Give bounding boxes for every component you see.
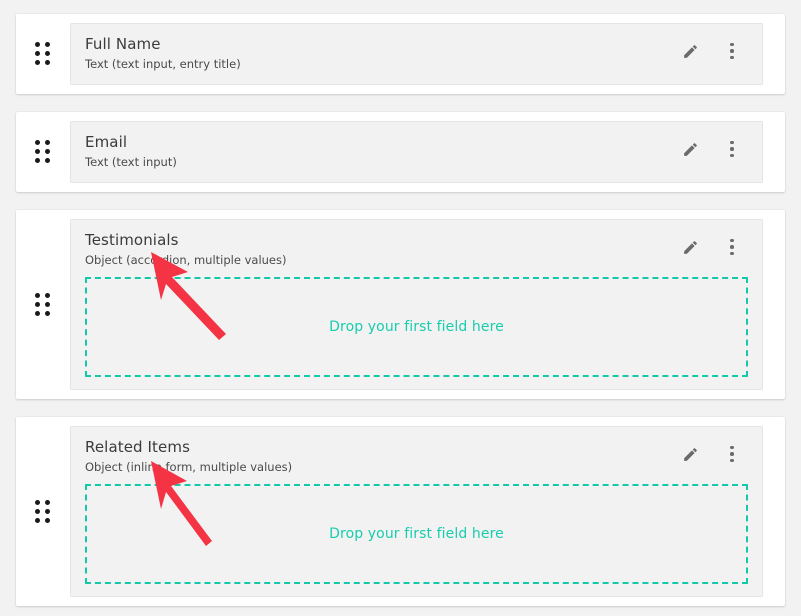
dropzone-testimonials[interactable]: Drop your first field here [85,277,748,377]
field-title: Email [85,133,128,151]
field-title: Testimonials [85,231,179,249]
dropzone-label: Drop your first field here [329,319,504,335]
pencil-icon [682,43,699,60]
field-body-testimonials: Testimonials Object (accordion, multiple… [70,219,763,390]
field-actions [680,132,748,160]
field-actions [680,437,748,465]
pencil-icon [682,141,699,158]
field-card-testimonials[interactable]: Testimonials Object (accordion, multiple… [16,210,785,399]
dropzone-label: Drop your first field here [329,526,504,542]
field-card-email[interactable]: Email Text (text input) [16,112,785,192]
field-title: Related Items [85,438,190,456]
edit-field-button[interactable] [680,236,700,258]
drag-handle-testimonials[interactable] [16,210,70,399]
field-options-menu-button[interactable] [722,138,742,160]
field-options-menu-button[interactable] [722,236,742,258]
pencil-icon [682,446,699,463]
field-options-menu-button[interactable] [722,40,742,62]
kebab-menu-icon [730,445,734,463]
field-actions [680,230,748,258]
kebab-menu-icon [730,42,734,60]
field-title: Full Name [85,35,161,53]
edit-field-button[interactable] [680,40,700,62]
field-body-related-items: Related Items Object (inline form, multi… [70,426,763,597]
field-subtitle: Object (accordion, multiple values) [85,253,287,267]
field-body-full-name: Full Name Text (text input, entry title) [70,23,763,85]
edit-field-button[interactable] [680,443,700,465]
field-builder-list: Full Name Text (text input, entry title) [0,0,801,616]
field-subtitle: Text (text input) [85,155,177,169]
drag-handle-related-items[interactable] [16,417,70,606]
field-options-menu-button[interactable] [722,443,742,465]
kebab-menu-icon [730,140,734,158]
field-card-related-items[interactable]: Related Items Object (inline form, multi… [16,417,785,606]
edit-field-button[interactable] [680,138,700,160]
dropzone-related-items[interactable]: Drop your first field here [85,484,748,584]
pencil-icon [682,239,699,256]
drag-handle-email[interactable] [16,112,70,192]
drag-handle-icon [35,292,51,317]
drag-handle-full-name[interactable] [16,14,70,94]
field-body-email: Email Text (text input) [70,121,763,183]
kebab-menu-icon [730,238,734,256]
drag-handle-icon [35,499,51,524]
field-subtitle: Text (text input, entry title) [85,57,241,71]
field-card-full-name[interactable]: Full Name Text (text input, entry title) [16,14,785,94]
drag-handle-icon [35,140,51,164]
field-actions [680,34,748,62]
drag-handle-icon [35,42,51,66]
field-subtitle: Object (inline form, multiple values) [85,460,293,474]
